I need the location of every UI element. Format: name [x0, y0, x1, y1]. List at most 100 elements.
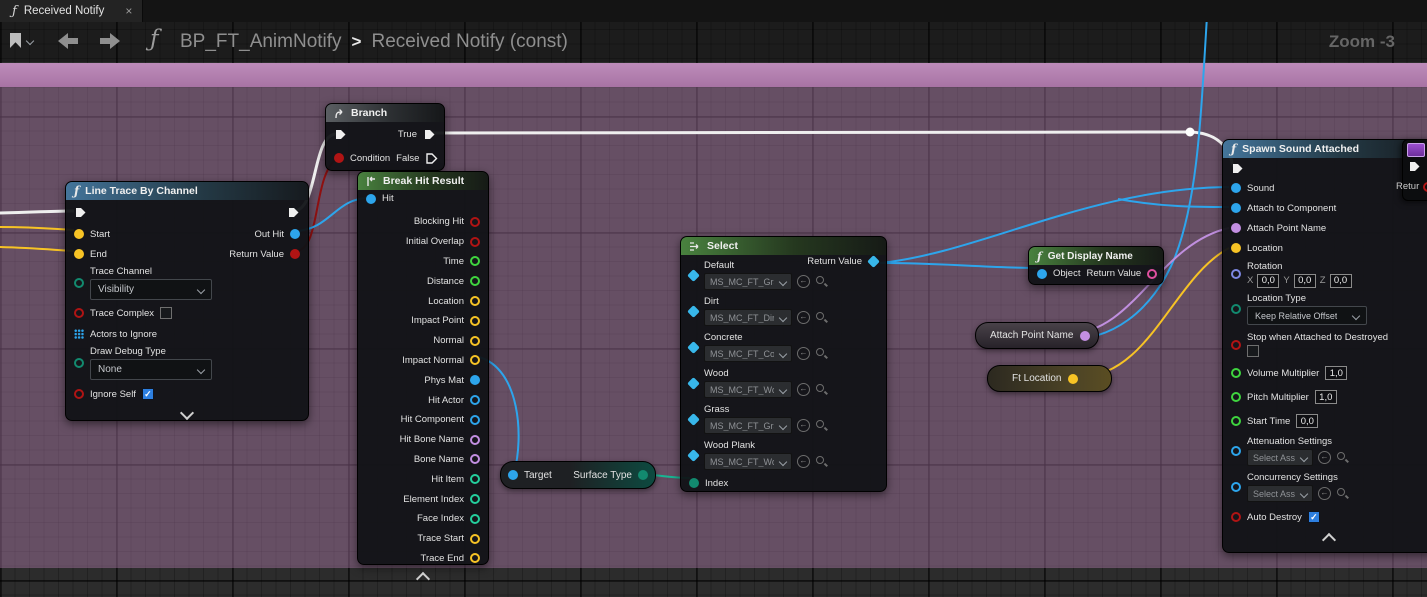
start-pin[interactable]: [74, 229, 84, 239]
auto-destroy-pin[interactable]: [1231, 512, 1241, 522]
asset-dropdown[interactable]: MS_MC_FT_Gras: [704, 417, 792, 434]
browse-asset-icon[interactable]: [1336, 487, 1349, 500]
get-display-name-node[interactable]: ƒ Get Display Name Object Return Value: [1028, 246, 1164, 285]
wildcard-pin[interactable]: [687, 269, 700, 282]
object-pin[interactable]: [1037, 269, 1047, 279]
index-pin[interactable]: [689, 478, 699, 488]
return-value-pin[interactable]: [290, 249, 300, 259]
phys-mat-pin[interactable]: [470, 375, 480, 385]
stop-when-destroyed-pin[interactable]: [1231, 340, 1241, 350]
start-time-pin[interactable]: [1231, 416, 1241, 426]
browse-asset-icon[interactable]: [815, 455, 828, 468]
line-trace-header[interactable]: ƒ Line Trace By Channel: [66, 182, 308, 200]
wildcard-pin[interactable]: [687, 413, 700, 426]
trace-complex-pin[interactable]: [74, 308, 84, 318]
exec-in-pin[interactable]: [1408, 160, 1421, 173]
tab-received-notify[interactable]: ƒ Received Notify ×: [0, 0, 143, 22]
impact-normal-pin[interactable]: [470, 355, 480, 365]
element-index-pin[interactable]: [470, 494, 480, 504]
hit-pin[interactable]: [366, 194, 376, 204]
surface-type-pin[interactable]: [638, 470, 648, 480]
attenuation-dropdown[interactable]: Select Asset: [1247, 449, 1313, 466]
ft-location-pin[interactable]: [1068, 374, 1078, 384]
return-node[interactable]: Retur: [1402, 139, 1427, 201]
rotation-y-field[interactable]: 0,0: [1294, 274, 1316, 288]
collapse-chevron-icon[interactable]: [358, 574, 488, 584]
collapse-chevron-icon[interactable]: [66, 408, 308, 418]
out-hit-pin[interactable]: [290, 229, 300, 239]
blocking-hit-pin[interactable]: [470, 217, 480, 227]
attach-to-component-pin[interactable]: [1231, 203, 1241, 213]
location-type-dropdown[interactable]: Keep Relative Offset: [1247, 306, 1367, 325]
stop-when-destroyed-checkbox[interactable]: [1247, 345, 1259, 357]
break-hit-result-node[interactable]: Break Hit Result Hit Blocking HitInitial…: [357, 171, 489, 565]
concurrency-settings-pin[interactable]: [1231, 482, 1241, 492]
break-hit-header[interactable]: Break Hit Result: [358, 172, 488, 190]
exec-in-pin[interactable]: [74, 206, 87, 219]
bone-name-pin[interactable]: [470, 454, 480, 464]
get-surface-type-node[interactable]: Target Surface Type: [500, 461, 656, 489]
select-header[interactable]: Select: [681, 237, 886, 255]
use-asset-icon[interactable]: ←: [797, 347, 810, 360]
rotation-pin[interactable]: [1231, 269, 1241, 279]
trace-end-pin[interactable]: [470, 553, 480, 563]
asset-dropdown[interactable]: MS_MC_FT_Woo: [704, 381, 792, 398]
wildcard-pin[interactable]: [687, 341, 700, 354]
attenuation-settings-pin[interactable]: [1231, 446, 1241, 456]
wildcard-pin[interactable]: [687, 377, 700, 390]
close-icon[interactable]: ×: [125, 4, 132, 18]
get-display-name-header[interactable]: ƒ Get Display Name: [1029, 247, 1163, 265]
nav-back-button[interactable]: [58, 33, 78, 49]
pitch-multiplier-pin[interactable]: [1231, 392, 1241, 402]
trace-start-pin[interactable]: [470, 534, 480, 544]
wildcard-pin[interactable]: [687, 449, 700, 462]
distance-pin[interactable]: [470, 276, 480, 286]
use-asset-icon[interactable]: ←: [1318, 451, 1331, 464]
browse-asset-icon[interactable]: [815, 311, 828, 324]
use-asset-icon[interactable]: ←: [1318, 487, 1331, 500]
asset-dropdown[interactable]: MS_MC_FT_Woo: [704, 453, 792, 470]
hit-actor-pin[interactable]: [470, 395, 480, 405]
use-asset-icon[interactable]: ←: [797, 419, 810, 432]
select-node[interactable]: Select Return Value DefaultMS_MC_FT_Gras…: [680, 236, 887, 492]
attach-point-name-variable[interactable]: Attach Point Name: [975, 322, 1099, 349]
false-exec-pin[interactable]: [425, 152, 438, 165]
browse-asset-icon[interactable]: [815, 419, 828, 432]
actors-to-ignore-pin[interactable]: [74, 329, 84, 339]
initial-overlap-pin[interactable]: [470, 237, 480, 247]
draw-debug-pin[interactable]: [74, 358, 84, 368]
return-value-pin[interactable]: [867, 255, 880, 268]
time-pin[interactable]: [470, 256, 480, 266]
ignore-self-pin[interactable]: [74, 389, 84, 399]
volume-multiplier-field[interactable]: 1,0: [1325, 366, 1347, 380]
asset-dropdown[interactable]: MS_MC_FT_Conc: [704, 345, 792, 362]
browse-asset-icon[interactable]: [815, 383, 828, 396]
true-exec-pin[interactable]: [423, 128, 436, 141]
trace-channel-pin[interactable]: [74, 278, 84, 288]
line-trace-node[interactable]: ƒ Line Trace By Channel Start Out Hit En…: [65, 181, 309, 421]
ignore-self-checkbox[interactable]: [142, 388, 154, 400]
normal-pin[interactable]: [470, 336, 480, 346]
attach-point-name-pin[interactable]: [1231, 223, 1241, 233]
end-pin[interactable]: [74, 249, 84, 259]
browse-asset-icon[interactable]: [815, 347, 828, 360]
exec-out-pin[interactable]: [287, 206, 300, 219]
use-asset-icon[interactable]: ←: [797, 311, 810, 324]
rotation-x-field[interactable]: 0,0: [1257, 274, 1279, 288]
graph-canvas[interactable]: ƒ BP_FT_AnimNotify > Received Notify (co…: [0, 0, 1427, 597]
hit-item-pin[interactable]: [470, 474, 480, 484]
location-type-pin[interactable]: [1231, 304, 1241, 314]
nav-forward-button[interactable]: [100, 33, 120, 49]
trace-complex-checkbox[interactable]: [160, 307, 172, 319]
impact-point-pin[interactable]: [470, 316, 480, 326]
draw-debug-dropdown[interactable]: None: [90, 359, 212, 380]
return-value-pin[interactable]: [1423, 182, 1427, 192]
spawn-sound-header[interactable]: ƒ Spawn Sound Attached: [1223, 140, 1427, 158]
breadcrumb-root[interactable]: BP_FT_AnimNotify: [180, 31, 342, 53]
trace-channel-dropdown[interactable]: Visibility: [90, 279, 212, 300]
location-pin[interactable]: [470, 296, 480, 306]
start-time-field[interactable]: 0,0: [1296, 414, 1318, 428]
branch-node-header[interactable]: Branch: [326, 104, 444, 122]
hit-bone-name-pin[interactable]: [470, 435, 480, 445]
attach-point-name-pin[interactable]: [1080, 331, 1090, 341]
